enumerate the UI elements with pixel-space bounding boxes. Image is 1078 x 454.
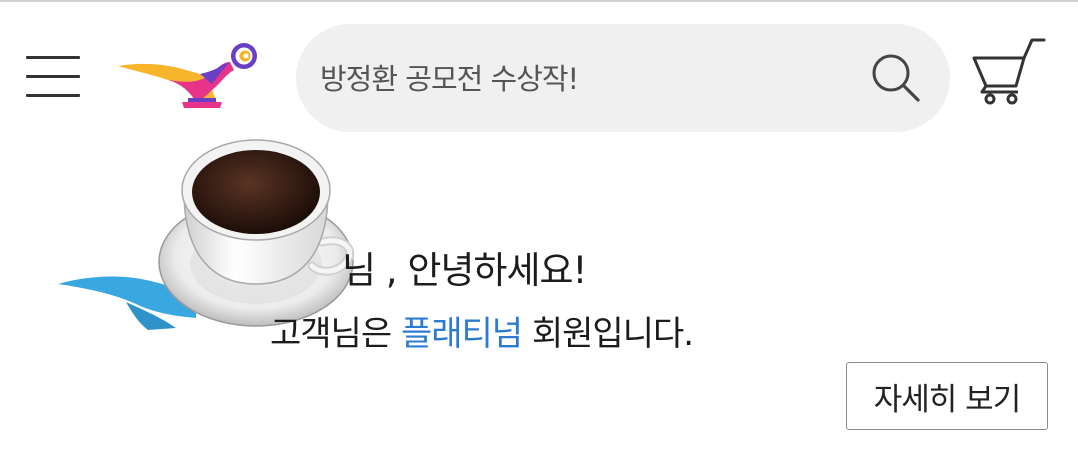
view-details-button[interactable]: 자세히 보기	[846, 362, 1048, 430]
search-input[interactable]	[318, 44, 842, 114]
search-bar	[296, 24, 950, 132]
shopping-cart-icon[interactable]	[970, 36, 1050, 106]
magic-lamp-logo[interactable]	[112, 40, 270, 112]
membership-grade-line: 고객님은 플래티넘 회원입니다.	[270, 306, 694, 355]
membership-suffix: 회원입니다.	[522, 314, 694, 354]
membership-prefix: 고객님은	[270, 314, 401, 354]
coffee-cup-icon	[152, 134, 374, 330]
membership-grade: 플래티넘	[400, 314, 523, 354]
top-divider	[0, 0, 1078, 2]
hamburger-menu-icon[interactable]	[26, 56, 80, 98]
greeting-text: 님 , 안녕하세요!	[342, 249, 587, 292]
search-icon[interactable]	[868, 50, 924, 106]
